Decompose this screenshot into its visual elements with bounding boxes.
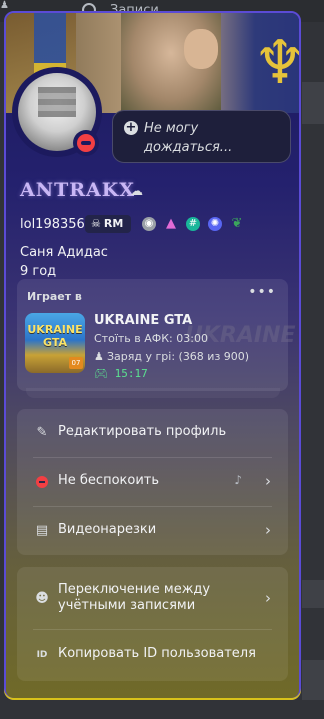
leaf-badge-icon[interactable]: ❦ bbox=[230, 217, 244, 231]
background-panel bbox=[302, 82, 324, 124]
person-icon: ♟ bbox=[0, 0, 9, 11]
username[interactable]: lol198356 bbox=[20, 217, 85, 232]
copy-id-label: Копировать ID пользователя bbox=[58, 646, 256, 661]
game-art: UKRAINE GTA 07 bbox=[25, 313, 85, 373]
banner-fist bbox=[184, 29, 218, 69]
speed-badge-icon[interactable]: ◉ bbox=[142, 217, 156, 231]
controller-icon: 🎮︎ bbox=[94, 367, 115, 380]
custom-status-text: Не могу дождаться... bbox=[144, 121, 233, 155]
guild-tag[interactable]: ☠ RM bbox=[85, 215, 131, 233]
clips-button[interactable]: ▤ Видеонарезки › bbox=[17, 507, 288, 555]
game-art-title: UKRAINE GTA bbox=[27, 323, 83, 349]
mouse-icon: ☁ bbox=[130, 184, 143, 199]
skull-icon: ☠ bbox=[91, 217, 101, 230]
bio-line: Саня Адидас bbox=[20, 245, 108, 260]
status-dnd-indicator bbox=[73, 130, 99, 156]
activity-stack-shadow bbox=[26, 388, 280, 398]
game-details-text: Заряд у грі: (368 из 900) bbox=[107, 350, 250, 363]
dnd-icon bbox=[34, 474, 50, 490]
background-panel bbox=[302, 660, 324, 700]
game-art-badge: 07 bbox=[69, 357, 83, 369]
chevron-right-icon: › bbox=[265, 589, 271, 607]
copy-id-button[interactable]: ID Копировать ID пользователя bbox=[17, 631, 288, 679]
add-status-icon: + bbox=[124, 120, 138, 135]
activity-card[interactable]: Играет в ••• UKRAINE GTA 07 UKRAINE UKRA… bbox=[17, 279, 296, 391]
avatar-blurred-face bbox=[38, 87, 76, 117]
divider bbox=[33, 629, 272, 630]
id-icon: ID bbox=[36, 650, 48, 660]
custom-status-bubble[interactable]: + Не могу дождаться... bbox=[112, 110, 291, 163]
gear-badge-icon[interactable]: ✺ bbox=[208, 217, 222, 231]
clips-label: Видеонарезки bbox=[58, 522, 157, 537]
hashtag-badge-icon[interactable]: # bbox=[186, 217, 200, 231]
switch-accounts-button[interactable]: ☻ Переключение между учётными записями › bbox=[17, 575, 288, 623]
game-details: ♟ Заряд у грі: (368 из 900) bbox=[94, 350, 249, 363]
chevron-right-icon: › bbox=[265, 472, 271, 490]
account-icon: ☻ bbox=[35, 591, 49, 606]
elapsed-time-text: 15:17 bbox=[114, 367, 148, 380]
elapsed-time: 🎮︎ 15:17 bbox=[94, 367, 148, 380]
more-options-icon[interactable]: ••• bbox=[248, 284, 276, 300]
edit-profile-label: Редактировать профиль bbox=[58, 424, 227, 439]
guild-tag-label: RM bbox=[103, 217, 124, 230]
triangle-badge-icon[interactable]: ▲ bbox=[164, 217, 178, 231]
account-menu: ☻ Переключение между учётными записями ›… bbox=[17, 567, 288, 681]
trident-emblem-icon: ♆ bbox=[253, 21, 299, 105]
profile-menu: ✎ Редактировать профиль Не беспокоить ♪ … bbox=[17, 409, 288, 555]
bio-line: 9 год bbox=[20, 264, 57, 279]
status-dnd-button[interactable]: Не беспокоить ♪ › bbox=[17, 458, 288, 506]
display-name: ANTRAKX bbox=[20, 179, 136, 201]
pencil-icon: ✎ bbox=[36, 425, 48, 440]
chevron-right-icon: › bbox=[265, 521, 271, 539]
profile-popout: ♆ + Не могу дождаться... ANTRAKX ☁ lol19… bbox=[4, 11, 301, 700]
switch-accounts-label: Переключение между учётными записями bbox=[58, 582, 211, 613]
game-title: UKRAINE GTA bbox=[94, 313, 193, 328]
activity-header: Играет в bbox=[27, 290, 82, 303]
background-panel bbox=[302, 580, 324, 608]
bell-off-icon: ♪ bbox=[234, 473, 242, 487]
dnd-icon bbox=[77, 134, 95, 152]
dnd-label: Не беспокоить bbox=[58, 473, 160, 488]
game-state: Стоїть в АФК: 03:00 bbox=[94, 332, 208, 345]
clapperboard-icon: ▤ bbox=[35, 523, 49, 538]
edit-profile-button[interactable]: ✎ Редактировать профиль bbox=[17, 409, 288, 457]
party-icon: ♟ bbox=[94, 350, 104, 363]
